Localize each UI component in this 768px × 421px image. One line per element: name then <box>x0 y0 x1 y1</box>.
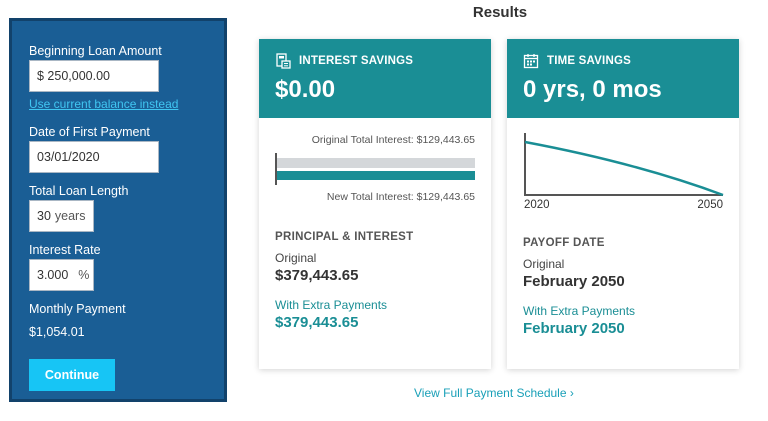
results-title: Results <box>472 4 528 21</box>
monthly-payment-value: $1,054.01 <box>29 325 85 339</box>
time-card-title: TIME SAVINGS <box>547 55 631 67</box>
loan-amount-value: $ 250,000.00 <box>37 69 110 83</box>
interest-card-header: INTEREST SAVINGS $0.00 <box>259 39 491 118</box>
loan-length-label: Total Loan Length <box>29 184 129 198</box>
extra-payments-label: With Extra Payments <box>275 298 388 312</box>
loan-length-value: 30 <box>37 209 51 223</box>
loan-amount-input[interactable]: $ 250,000.00 <box>29 60 159 92</box>
principal-interest-title: PRINCIPAL & INTEREST <box>275 231 414 243</box>
loan-form-panel: Beginning Loan Amount $ 250,000.00 Use c… <box>9 18 227 402</box>
use-current-balance-link[interactable]: Use current balance instead <box>29 97 224 111</box>
interest-rate-label: Interest Rate <box>29 243 101 257</box>
first-payment-value: 03/01/2020 <box>37 150 100 164</box>
first-payment-label: Date of First Payment <box>29 125 150 139</box>
monthly-payment-label: Monthly Payment <box>29 302 126 316</box>
time-card-header: TIME SAVINGS 0 yrs, 0 mos <box>507 39 739 118</box>
time-savings-card: TIME SAVINGS 0 yrs, 0 mos 2020 2050 PAYO… <box>507 39 739 369</box>
first-payment-input[interactable]: 03/01/2020 <box>29 141 159 173</box>
interest-card-title: INTEREST SAVINGS <box>299 55 414 67</box>
original-total-interest: Original Total Interest: $129,443.65 <box>311 134 475 146</box>
extra-payoff-date: February 2050 <box>523 320 625 337</box>
original-interest-bar <box>277 158 475 168</box>
loan-length-input[interactable]: 30 years <box>29 200 94 232</box>
new-interest-bar <box>277 171 475 180</box>
calendar-icon <box>523 54 539 69</box>
chart-end-year: 2050 <box>697 199 723 211</box>
original-label: Original <box>523 257 565 271</box>
extra-payments-label: With Extra Payments <box>523 304 636 318</box>
chart-start-year: 2020 <box>524 199 550 211</box>
extra-principal-interest: $379,443.65 <box>275 314 359 331</box>
interest-savings-card: INTEREST SAVINGS $0.00 Original Total In… <box>259 39 491 369</box>
continue-button[interactable]: Continue <box>29 359 115 391</box>
calculator-icon <box>276 53 291 69</box>
new-total-interest: New Total Interest: $129,443.65 <box>326 191 475 203</box>
payoff-date-title: PAYOFF DATE <box>523 237 605 249</box>
loan-amount-label: Beginning Loan Amount <box>29 44 162 58</box>
interest-rate-unit: % <box>78 268 90 282</box>
original-label: Original <box>275 251 317 265</box>
interest-savings-value: $0.00 <box>275 76 336 103</box>
loan-length-unit: years <box>54 209 86 223</box>
payoff-curve-chart <box>524 133 724 197</box>
interest-comparison-bars <box>275 153 475 185</box>
payoff-curve <box>524 140 724 197</box>
time-savings-value: 0 yrs, 0 mos <box>523 76 662 103</box>
original-payoff-date: February 2050 <box>523 273 625 290</box>
view-payment-schedule-link[interactable]: View Full Payment Schedule › <box>414 386 574 400</box>
original-principal-interest: $379,443.65 <box>275 267 359 284</box>
interest-rate-input[interactable]: 3.000 % <box>29 259 94 291</box>
interest-rate-value: 3.000 <box>37 268 69 282</box>
